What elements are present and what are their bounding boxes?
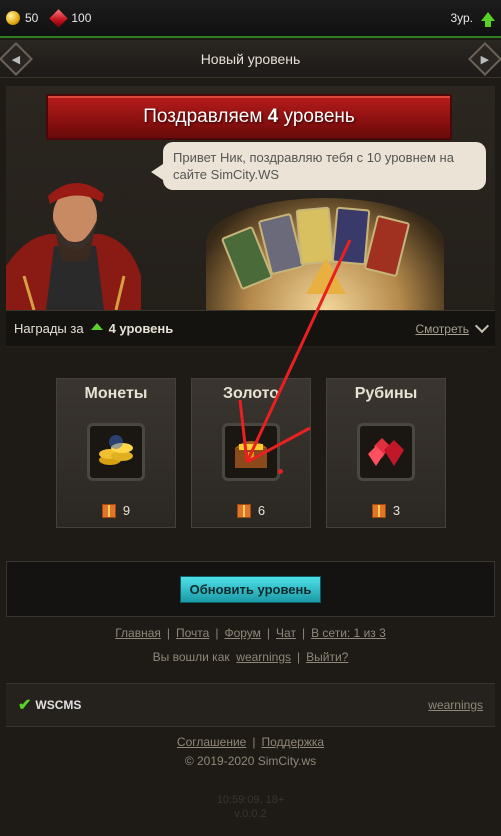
footer-username-link[interactable]: wearnings bbox=[428, 698, 483, 712]
server-time: 10:59:09, 18+ bbox=[216, 794, 285, 806]
check-icon: ✔ bbox=[18, 697, 32, 714]
support-link[interactable]: Поддержка bbox=[261, 735, 324, 749]
login-info: Вы вошли как wearnings | Выйти? bbox=[152, 650, 349, 664]
agreement-link[interactable]: Соглашение bbox=[177, 735, 246, 749]
update-level-button[interactable]: Обновить уровень bbox=[179, 575, 322, 603]
forum-link[interactable]: Форум bbox=[224, 626, 260, 640]
version: v.0.0.2 bbox=[234, 808, 267, 820]
online-link[interactable]: В сети: 1 из 3 bbox=[311, 626, 386, 640]
footer-bar: ✔ WSCMS wearnings bbox=[6, 683, 495, 727]
logout-link[interactable]: Выйти? bbox=[306, 650, 348, 664]
update-section: Обновить уровень bbox=[6, 561, 495, 617]
mail-link[interactable]: Почта bbox=[176, 626, 209, 640]
login-prefix: Вы вошли как bbox=[152, 650, 230, 664]
username-link[interactable]: wearnings bbox=[236, 650, 291, 664]
home-link[interactable]: Главная bbox=[115, 626, 161, 640]
bottom-links: Соглашение | Поддержка bbox=[176, 735, 325, 749]
nav-links: Главная | Почта | Форум | Чат | В сети: 1 из 3 bbox=[115, 626, 386, 640]
brand-name: WSCMS bbox=[35, 698, 82, 712]
wscms-logo[interactable]: ✔ WSCMS bbox=[18, 695, 81, 715]
chat-link[interactable]: Чат bbox=[276, 626, 296, 640]
copyright: © 2019-2020 SimCity.ws bbox=[184, 754, 317, 768]
